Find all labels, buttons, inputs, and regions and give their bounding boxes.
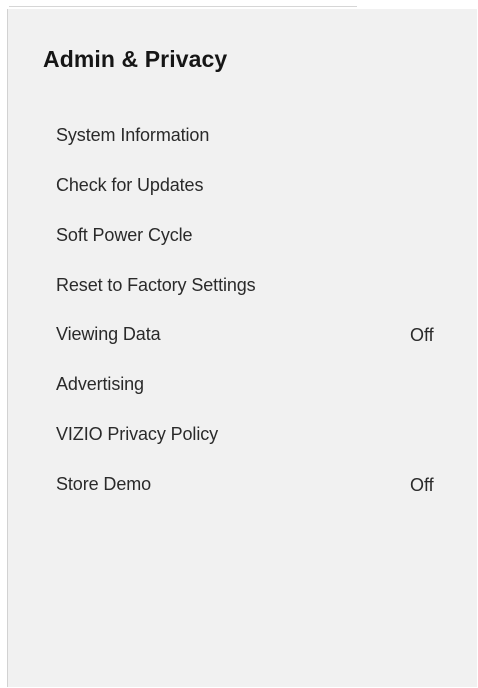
menu-item-viewing-data[interactable]: Viewing Data Off [8,315,477,355]
menu-item-soft-power-cycle[interactable]: Soft Power Cycle [8,216,477,256]
menu-item-vizio-privacy-policy[interactable]: VIZIO Privacy Policy [8,415,477,455]
menu-item-label: VIZIO Privacy Policy [56,424,219,444]
store-demo-status: Off [410,475,434,495]
menu-item-system-information[interactable]: System Information [8,116,477,156]
admin-privacy-panel: Admin & Privacy System Information Check… [7,9,477,687]
menu-item-label: Soft Power Cycle [56,225,193,245]
menu-item-label: Reset to Factory Settings [56,275,256,295]
frame-top-divider [9,6,357,7]
menu-item-label: System Information [56,125,210,145]
menu-item-label: Store Demo [56,474,152,494]
menu-item-label: Viewing Data [56,324,161,344]
menu-item-store-demo[interactable]: Store Demo Off [8,465,477,505]
panel-title: Admin & Privacy [43,46,228,72]
menu-item-label: Advertising [56,374,144,394]
menu-item-advertising[interactable]: Advertising [8,365,477,405]
viewing-data-status: Off [410,325,434,345]
menu-item-check-for-updates[interactable]: Check for Updates [8,166,477,206]
menu-item-reset-to-factory-settings[interactable]: Reset to Factory Settings [8,266,477,306]
menu-item-label: Check for Updates [56,175,204,195]
